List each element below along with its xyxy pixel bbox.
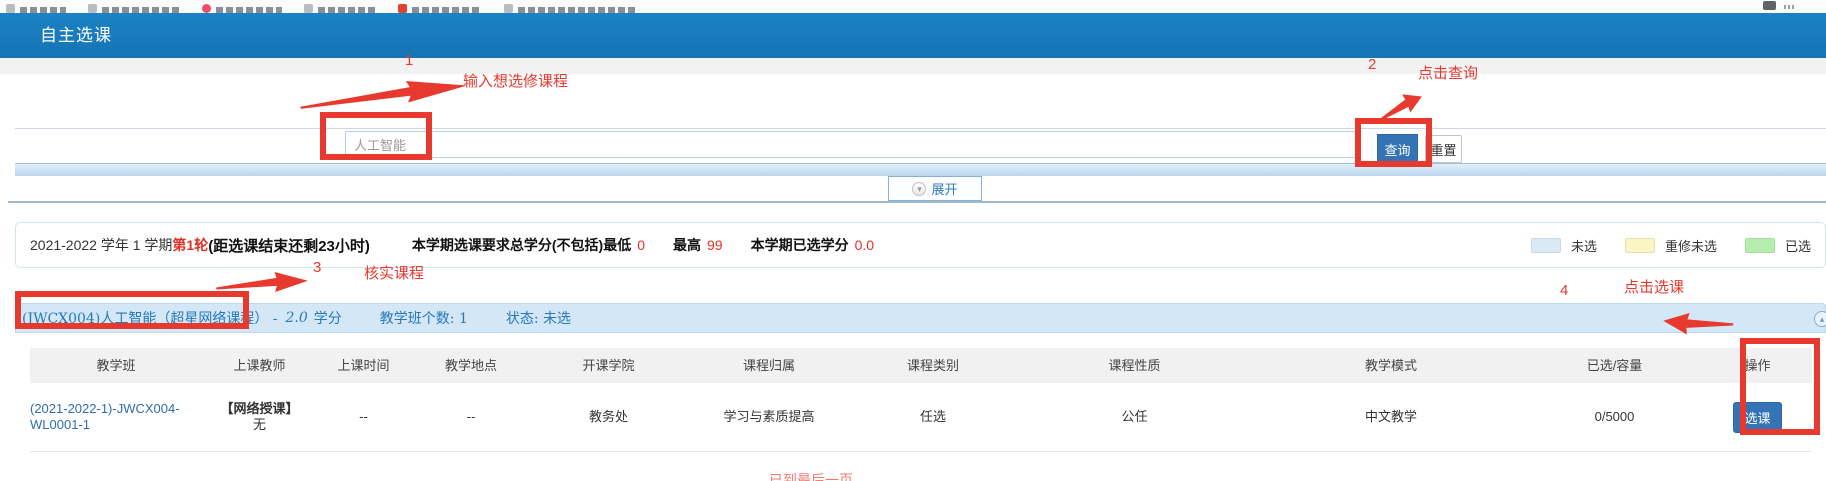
annotation-step3-number: 3 [313, 259, 321, 276]
highlight-rect-course-title [15, 291, 249, 329]
annotation-arrow-1 [299, 73, 469, 116]
course-search-input[interactable] [345, 131, 1358, 158]
col-header-teaching-class: 教学班 [30, 348, 202, 383]
selection-round: 第1轮 [172, 235, 208, 255]
expand-label: 展开 [931, 179, 957, 198]
cell-place: -- [410, 383, 532, 451]
chevron-down-circle-icon: ▾ [912, 182, 926, 196]
annotation-step2-number: 2 [1368, 56, 1376, 73]
selection-countdown: (距选课结束还剩23小时) [208, 235, 370, 256]
selected-credit-label: 本学期已选学分 [751, 235, 849, 255]
col-header-place: 教学地点 [410, 348, 532, 383]
col-header-teacher: 上课教师 [202, 348, 317, 383]
browser-extension-icon[interactable] [1763, 1, 1776, 10]
annotation-step4-label: 点击选课 [1624, 276, 1684, 297]
annotation-step2-label: 点击查询 [1418, 62, 1478, 83]
col-header-college: 开课学院 [532, 348, 685, 383]
annotation-step1-label: 输入想选修课程 [463, 70, 568, 91]
col-header-capacity: 已选/容量 [1526, 348, 1703, 383]
red-dot-icon [202, 4, 211, 13]
col-header-mode: 教学模式 [1256, 348, 1526, 383]
highlight-rect-select-button [1740, 338, 1820, 435]
cell-belonging: 学习与素质提高 [685, 383, 853, 451]
col-header-category: 课程类别 [853, 348, 1013, 383]
course-credit: 2.0 [286, 310, 308, 326]
page-title: 自主选课 [40, 13, 112, 58]
annotation-step1-number: 1 [405, 52, 413, 69]
cell-category: 任选 [853, 383, 1013, 451]
cell-teacher: 【网络授课】 无 [202, 383, 317, 451]
cell-time: -- [317, 383, 410, 451]
browser-more-icon[interactable] [1784, 5, 1796, 9]
search-panel-divider [15, 128, 1826, 129]
sub-header-strip [0, 58, 1826, 74]
teacher-type: 【网络授课】 [220, 401, 298, 417]
credit-requirement-label: 本学期选课要求总学分(不包括)最低 [412, 235, 631, 255]
table-row: (2021-2022-1)-JWCX004-WL0001-1 【网络授课】 无 … [30, 383, 1812, 452]
legend-label-not-selected: 未选 [1571, 236, 1597, 255]
search-panel-footer-bar [15, 163, 1826, 176]
annotation-arrow-3 [216, 269, 309, 296]
course-selection-page: 自主选课 查询 重置 ▾ 展开 2021-2022 学年 1 学期 第1轮 (距… [0, 0, 1826, 481]
teaching-class-link[interactable]: (2021-2022-1)-JWCX004-WL0001-1 [30, 401, 202, 433]
max-credit-label: 最高 [673, 235, 701, 255]
page-icon [304, 4, 313, 13]
bilibili-icon [398, 4, 407, 13]
selected-credit-value: 0.0 [855, 237, 874, 253]
semester-info-panel: 2021-2022 学年 1 学期 第1轮 (距选课结束还剩23小时) 本学期选… [15, 222, 1826, 268]
semester-info-text: 2021-2022 学年 1 学期 第1轮 (距选课结束还剩23小时) 本学期选… [30, 235, 874, 256]
semester-term: 2021-2022 学年 1 学期 [30, 235, 172, 255]
bookmark-item[interactable] [88, 4, 180, 13]
browser-bookmarks-bar [0, 0, 1826, 13]
legend-label-retake: 重修未选 [1665, 236, 1717, 255]
page-icon [504, 4, 513, 13]
class-table-header: 教学班 上课教师 上课时间 教学地点 开课学院 课程归属 课程类别 课程性质 教… [30, 348, 1812, 383]
course-status: 状态: 未选 [506, 308, 571, 328]
cell-capacity: 0/5000 [1526, 383, 1703, 451]
course-group-bar[interactable]: (JWCX004)人工智能（超星网络课程） - 2.0 学分 教学班个数: 1 … [15, 303, 1826, 333]
page-icon [6, 4, 15, 13]
cell-mode: 中文教学 [1256, 383, 1526, 451]
course-credit-unit: 学分 [314, 308, 342, 328]
legend-swatch-retake [1625, 238, 1655, 253]
col-header-belonging: 课程归属 [685, 348, 853, 383]
section-divider [8, 201, 1826, 203]
max-credit-value: 99 [707, 237, 723, 253]
bookmark-item[interactable] [398, 4, 482, 13]
end-of-list-note: 已到最后一页 [769, 470, 853, 481]
annotation-step4-number: 4 [1560, 282, 1568, 299]
col-header-time: 上课时间 [317, 348, 410, 383]
legend-label-selected: 已选 [1785, 236, 1811, 255]
highlight-rect-query-button [1355, 118, 1432, 167]
chevron-up-circle-icon[interactable]: ▴ [1814, 311, 1826, 327]
cell-college: 教务处 [532, 383, 685, 451]
expand-toggle[interactable]: ▾ 展开 [888, 176, 982, 201]
bookmark-item[interactable] [202, 4, 282, 13]
bookmark-item[interactable] [504, 4, 638, 13]
min-credit-value: 0 [637, 237, 645, 253]
annotation-step3-label: 核实课程 [364, 262, 424, 283]
bookmark-item[interactable] [304, 4, 376, 13]
teacher-name: 无 [253, 417, 266, 433]
legend-swatch-not-selected [1531, 238, 1561, 253]
course-class-count: 教学班个数: 1 [380, 308, 468, 328]
highlight-rect-search-input [320, 112, 432, 160]
legend-swatch-selected [1745, 238, 1775, 253]
status-legend: 未选 重修未选 已选 [1531, 236, 1811, 255]
cell-nature: 公任 [1013, 383, 1256, 451]
app-header: 自主选课 [0, 13, 1826, 58]
col-header-nature: 课程性质 [1013, 348, 1256, 383]
page-icon [88, 4, 97, 13]
bookmark-item[interactable] [6, 4, 66, 13]
